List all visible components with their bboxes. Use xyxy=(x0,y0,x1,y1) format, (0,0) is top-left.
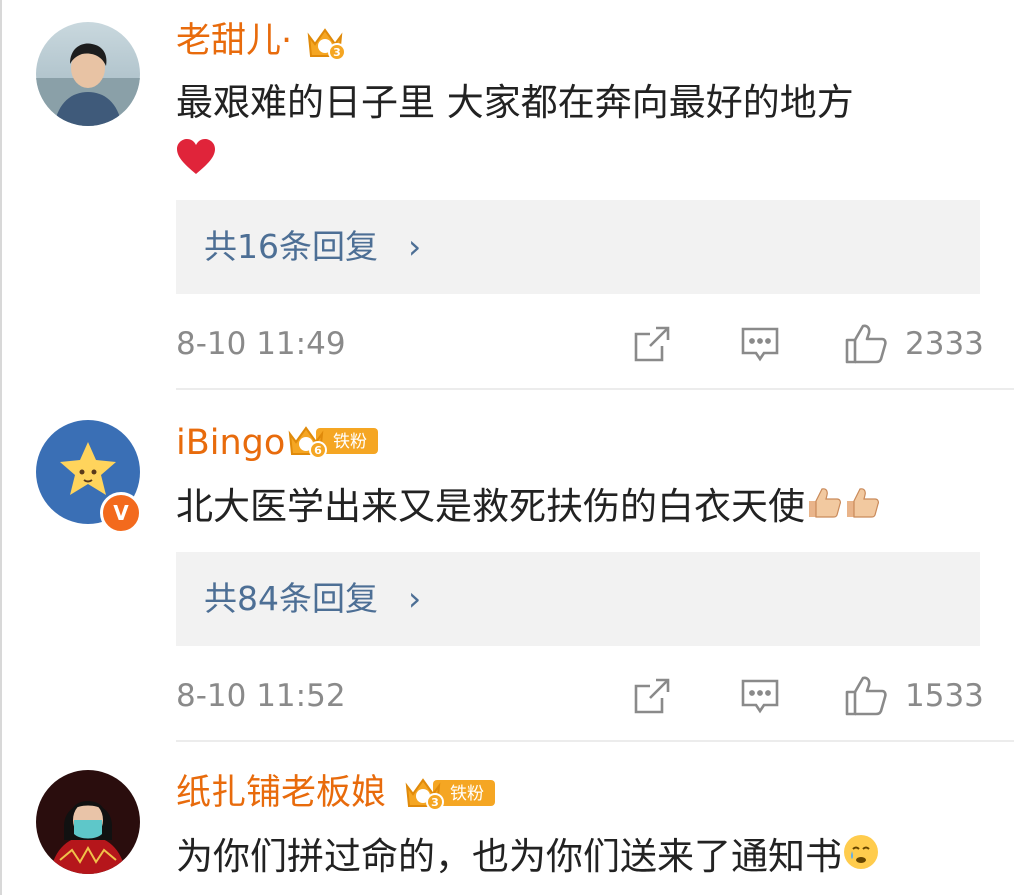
fan-badge[interactable]: 3 xyxy=(303,22,347,62)
comment-item: 老甜儿· 3 最艰难的日子里 大家都在奔向最好的地方 共16条回复 › 8-10… xyxy=(0,0,1014,390)
comment-text: 北大医学出来又是救死扶伤的白衣天使 xyxy=(176,482,881,534)
timestamp: 8-10 11:52 xyxy=(176,678,346,714)
thumbs-up-emoji xyxy=(805,483,843,534)
chevron-right-icon: › xyxy=(408,227,422,266)
verified-badge: V xyxy=(100,492,142,534)
svg-text:铁粉: 铁粉 xyxy=(333,432,367,452)
comment-item: V iBingo 6 铁粉 北大医学出来又是救死扶伤的白衣天使 共84条回复 ›… xyxy=(0,398,1014,748)
svg-text:6: 6 xyxy=(314,444,322,457)
comment-icon[interactable] xyxy=(740,324,780,368)
crown-badge-icon: 6 铁粉 xyxy=(288,426,378,459)
crown-badge-icon: 3 铁粉 xyxy=(405,778,495,811)
like-count: 1533 xyxy=(905,678,984,714)
comment-text: 最艰难的日子里 大家都在奔向最好的地方 xyxy=(176,78,854,128)
avatar[interactable] xyxy=(36,22,140,126)
like-count: 2333 xyxy=(905,326,984,362)
replies-count-label: 共16条回复 xyxy=(204,227,378,266)
replies-count-label: 共84条回复 xyxy=(204,579,378,618)
comment-body: 最艰难的日子里 大家都在奔向最好的地方 xyxy=(176,81,854,124)
comment-icon[interactable] xyxy=(740,676,780,720)
replies-link[interactable]: 共84条回复 › xyxy=(176,552,980,646)
svg-text:铁粉: 铁粉 xyxy=(450,784,484,804)
avatar[interactable] xyxy=(36,770,140,874)
replies-link[interactable]: 共16条回复 › xyxy=(176,200,980,294)
fan-badge[interactable]: 6 铁粉 xyxy=(288,420,380,460)
thumbs-up-icon[interactable] xyxy=(844,674,888,720)
comment-text: 为你们拼过命的，也为你们送来了通知书 xyxy=(176,832,880,884)
svg-text:3: 3 xyxy=(333,46,341,59)
divider xyxy=(176,388,1014,390)
share-icon[interactable] xyxy=(632,676,672,720)
share-icon[interactable] xyxy=(632,324,672,368)
username[interactable]: 老甜儿· xyxy=(176,18,292,64)
username[interactable]: 纸扎铺老板娘 xyxy=(176,770,386,816)
username[interactable]: iBingo xyxy=(176,420,285,466)
timestamp: 8-10 11:49 xyxy=(176,326,346,362)
chevron-right-icon: › xyxy=(408,579,422,618)
fan-badge[interactable]: 3 铁粉 xyxy=(405,772,497,812)
comment-body: 为你们拼过命的，也为你们送来了通知书 xyxy=(176,835,842,878)
divider xyxy=(176,740,1014,742)
svg-text:3: 3 xyxy=(431,796,439,809)
heart-emoji xyxy=(176,138,216,180)
teary-face-emoji xyxy=(842,833,880,884)
thumbs-up-emoji xyxy=(843,483,881,534)
crown-badge-icon: 3 xyxy=(307,28,346,61)
comment-feed: 老甜儿· 3 最艰难的日子里 大家都在奔向最好的地方 共16条回复 › 8-10… xyxy=(0,0,1014,895)
thumbs-up-icon[interactable] xyxy=(844,322,888,368)
comment-body: 北大医学出来又是救死扶伤的白衣天使 xyxy=(176,485,805,528)
comment-item: 纸扎铺老板娘 3 铁粉 为你们拼过命的，也为你们送来了通知书 xyxy=(0,748,1014,895)
